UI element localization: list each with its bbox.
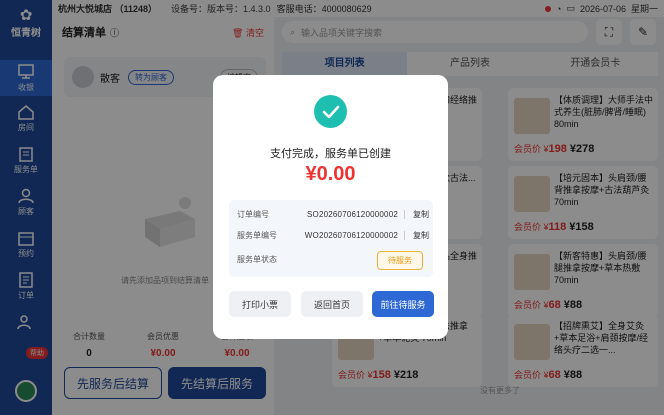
back-home-button[interactable]: 返回首页: [301, 291, 363, 317]
go-pending-service-button[interactable]: 前往待服务: [372, 291, 434, 317]
status-badge: 待服务: [377, 251, 423, 270]
order-no-row: 订单编号 SO20260706120000002 复制: [237, 209, 429, 220]
print-receipt-button[interactable]: 打印小票: [229, 291, 291, 317]
service-no-row: 服务单编号 WO20260706120000002 复制: [237, 230, 429, 241]
order-no-value: SO20260706120000002: [297, 210, 405, 219]
service-no-value: WO20260706120000002: [297, 231, 405, 240]
order-info-box: 订单编号 SO20260706120000002 复制 服务单编号 WO2026…: [229, 200, 433, 277]
copy-service-no-button[interactable]: 复制: [405, 230, 429, 241]
paid-amount: ¥0.00: [305, 163, 356, 185]
status-label: 服务单状态: [237, 255, 277, 264]
order-no-label: 订单编号: [237, 210, 269, 219]
copy-order-no-button[interactable]: 复制: [405, 209, 429, 220]
service-no-label: 服务单编号: [237, 231, 277, 240]
dialog-title: 支付完成，服务单已创建: [270, 148, 391, 160]
payment-success-dialog: 支付完成，服务单已创建 ¥0.00 订单编号 SO202607061200000…: [213, 75, 448, 339]
success-check-icon: [314, 95, 347, 128]
